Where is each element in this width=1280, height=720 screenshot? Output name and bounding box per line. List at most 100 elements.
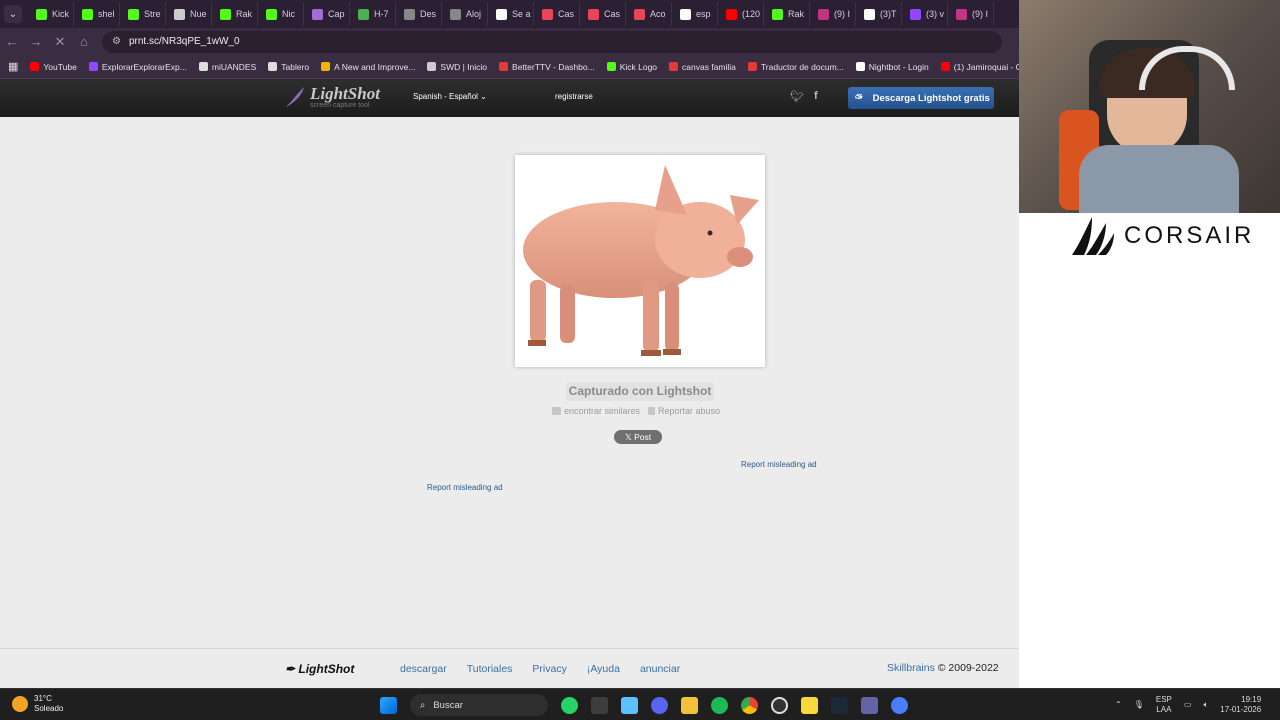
bookmark-item[interactable]: A New and Improve... bbox=[321, 62, 415, 72]
browser-tab[interactable]: (120 bbox=[718, 2, 764, 26]
chrome-icon[interactable] bbox=[741, 696, 758, 714]
browser-tab[interactable]: (9) I bbox=[948, 2, 994, 26]
browser-tab[interactable]: (9) I bbox=[810, 2, 856, 26]
windows-start-icon[interactable] bbox=[380, 696, 397, 714]
chevron-up-icon[interactable]: ⌃ bbox=[1115, 700, 1122, 710]
stop-loading-icon[interactable]: ✕ bbox=[48, 34, 72, 50]
tab-label: Cas bbox=[558, 9, 575, 19]
browser-tab[interactable]: Rak bbox=[212, 2, 258, 26]
bookmark-item[interactable]: Nightbot - Login bbox=[855, 62, 929, 72]
register-link[interactable]: registrarse bbox=[555, 92, 593, 101]
tab-label: esp bbox=[696, 9, 711, 19]
report-misleading-ad-link[interactable]: Report misleading ad bbox=[741, 460, 817, 469]
browser-tab[interactable]: (3) v bbox=[902, 2, 948, 26]
tab-search-button[interactable]: ⌄ bbox=[4, 5, 22, 23]
bookmark-item[interactable]: canvas familia bbox=[669, 62, 736, 72]
footer-link-tutorials[interactable]: Tutoriales bbox=[467, 663, 513, 675]
footer-link-advertise[interactable]: anunciar bbox=[640, 663, 680, 675]
lightshot-logo[interactable]: LightShot screen capture tool bbox=[284, 85, 380, 109]
microphone-icon[interactable]: 🎙︎ bbox=[1134, 700, 1144, 710]
tab-favicon-icon bbox=[634, 8, 645, 20]
taskbar-search[interactable]: ⌕ Buscar bbox=[410, 694, 548, 716]
report-misleading-ad-link[interactable]: Report misleading ad bbox=[427, 483, 503, 492]
site-info-icon[interactable]: ⚙ bbox=[112, 36, 121, 47]
whatsapp-icon[interactable] bbox=[561, 696, 578, 714]
bookmark-item[interactable]: BetterTTV - Dashbo... bbox=[499, 62, 595, 72]
bookmark-item[interactable]: ExplorarExplorarExp... bbox=[88, 62, 187, 72]
display-icon[interactable]: ▭ bbox=[1184, 700, 1192, 710]
report-abuse-link[interactable]: Reportar abuso bbox=[648, 406, 720, 416]
bookmark-favicon-icon bbox=[499, 62, 509, 71]
footer-link-download[interactable]: descargar bbox=[400, 663, 447, 675]
file-explorer-icon[interactable] bbox=[681, 696, 698, 714]
language-select[interactable]: Spanish - Español ⌄ bbox=[413, 92, 487, 101]
sticky-notes-icon[interactable] bbox=[801, 696, 818, 714]
screenshot-image[interactable] bbox=[515, 155, 765, 367]
footer: ✒ LightShot descargar Tutoriales Privacy… bbox=[0, 648, 1019, 688]
browser-tab[interactable]: Cas bbox=[580, 2, 626, 26]
browser-tab[interactable]: Des bbox=[396, 2, 442, 26]
bookmark-item[interactable]: (1) Jamiroquai - Can... bbox=[940, 62, 1019, 72]
browser-tab[interactable]: Aco bbox=[626, 2, 672, 26]
skillbrains-link[interactable]: Skillbrains bbox=[887, 662, 935, 674]
download-lightshot-button[interactable]: ⛅︎ Descarga Lightshot gratis bbox=[848, 87, 994, 109]
notepad-icon[interactable] bbox=[621, 696, 638, 714]
twitter-icon[interactable]: 🐦︎ bbox=[790, 90, 804, 103]
tab-favicon-icon bbox=[174, 8, 185, 20]
apps-grid-icon[interactable]: ▦ bbox=[8, 60, 18, 73]
discord-icon[interactable] bbox=[651, 696, 668, 714]
browser-tab[interactable]: Rak bbox=[764, 2, 810, 26]
tab-favicon-icon bbox=[36, 8, 47, 20]
browser-tab[interactable]: Nic bbox=[258, 2, 304, 26]
bookmark-item[interactable]: YouTube bbox=[30, 62, 77, 72]
bookmark-item[interactable]: Kick Logo bbox=[606, 62, 657, 72]
browser-tab[interactable]: shel bbox=[74, 2, 120, 26]
tab-label: (3) v bbox=[926, 9, 944, 19]
bookmark-item[interactable]: SWD | Inicio bbox=[427, 62, 487, 72]
browser-tab[interactable]: Kick bbox=[28, 2, 74, 26]
tab-label: Nue bbox=[190, 9, 207, 19]
lightshot-header: LightShot screen capture tool Spanish - … bbox=[0, 79, 1019, 117]
browser-tab[interactable]: Cap bbox=[304, 2, 350, 26]
footer-logo[interactable]: ✒ LightShot bbox=[285, 662, 354, 676]
bookmark-item[interactable]: Traductor de docum... bbox=[747, 61, 844, 72]
footer-link-privacy[interactable]: Privacy bbox=[532, 663, 566, 675]
download-icon: ⛅︎ bbox=[855, 92, 863, 104]
bookmark-favicon-icon bbox=[747, 62, 757, 71]
clock[interactable]: 19:19 17-01-2026 bbox=[1220, 695, 1261, 715]
browser-tab[interactable]: H-7 bbox=[350, 2, 396, 26]
language-indicator[interactable]: ESP LAA bbox=[1156, 695, 1172, 715]
url-input[interactable]: ⚙ prnt.sc/NR3qPE_1wW_0 bbox=[102, 30, 1002, 53]
browser-tab[interactable]: Nue bbox=[166, 2, 212, 26]
tab-label: Rak bbox=[788, 9, 805, 19]
tab-favicon-icon bbox=[312, 8, 323, 20]
browser-tab[interactable]: Aloj bbox=[442, 2, 488, 26]
spotify-icon[interactable] bbox=[711, 696, 728, 714]
browser-tab[interactable]: Stre bbox=[120, 2, 166, 26]
browser-tab[interactable]: esp bbox=[672, 2, 718, 26]
post-on-x-button[interactable]: 𝕏 Post bbox=[614, 430, 662, 444]
bookmark-item[interactable]: Tablero bbox=[268, 62, 309, 72]
teams-icon[interactable] bbox=[861, 696, 878, 714]
back-icon[interactable]: ← bbox=[0, 34, 24, 49]
find-similar-link[interactable]: encontrar similares bbox=[552, 406, 640, 416]
volume-icon[interactable]: 🔈︎ bbox=[1203, 700, 1208, 710]
browser-tab[interactable]: (3)T bbox=[856, 2, 902, 26]
weather-widget[interactable]: 31°C Soleado bbox=[12, 694, 63, 714]
home-icon[interactable]: ⌂ bbox=[72, 34, 96, 49]
bookmark-item[interactable]: miUANDES bbox=[198, 62, 256, 72]
browser-tab[interactable]: Se a bbox=[488, 2, 534, 26]
bookmark-label: Traductor de docum... bbox=[760, 61, 844, 72]
arc-icon[interactable] bbox=[891, 696, 908, 714]
facebook-icon[interactable]: f bbox=[814, 90, 818, 103]
xbox-icon[interactable] bbox=[591, 696, 608, 714]
tab-favicon-icon bbox=[864, 8, 875, 20]
steam-icon[interactable] bbox=[831, 696, 848, 714]
forward-icon[interactable]: → bbox=[24, 34, 48, 49]
obs-icon[interactable] bbox=[771, 696, 788, 714]
footer-link-help[interactable]: ¡Ayuda bbox=[587, 663, 620, 675]
tab-strip: ⌄ Kick shel Stre Nue Rak Nic Cap H-7 Des Aloj Se a… bbox=[0, 0, 1019, 28]
tab-favicon-icon bbox=[496, 8, 507, 20]
tab-favicon-icon bbox=[726, 8, 737, 20]
browser-tab[interactable]: Cas bbox=[534, 2, 580, 26]
